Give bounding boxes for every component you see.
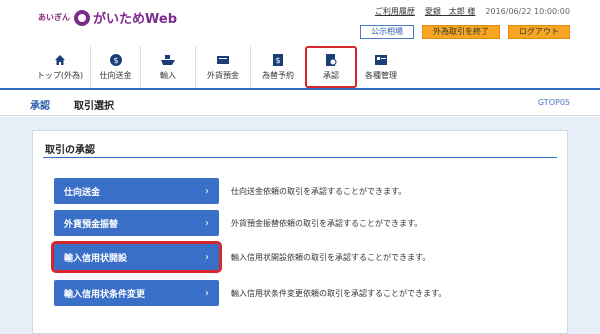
panel-title: 取引の承認 xyxy=(45,145,95,156)
remittance-icon: $ xyxy=(109,53,123,67)
chevron-right-icon: › xyxy=(205,217,209,229)
approve-import-lc-amend-button[interactable]: 輸入信用状条件変更 › xyxy=(54,280,219,306)
svg-text:$: $ xyxy=(275,56,280,65)
deposit-icon xyxy=(216,53,230,67)
list-item: 仕向送金 › 仕向送金依頼の取引を承認することができます。 xyxy=(54,178,554,204)
list-item: 輸入信用状条件変更 › 輸入信用状条件変更依頼の取引を承認することができます。 xyxy=(54,280,554,306)
top-links: ご利用履歴 愛銀 太郎 様 2016/06/22 10:00:00 xyxy=(375,6,570,17)
list-item: 外貨預金振替 › 外貨預金振替依頼の取引を承認することができます。 xyxy=(54,210,554,236)
chevron-right-icon: › xyxy=(205,287,209,299)
list-item: 輸入信用状開設 › 輸入信用状開設依頼の取引を承認することができます。 xyxy=(51,241,554,273)
header-buttons: 公示相場 外為取引を終了 ログアウト xyxy=(360,25,570,39)
logo-mark-icon xyxy=(74,9,90,26)
approve-deposit-transfer-button[interactable]: 外貨預金振替 › xyxy=(54,210,219,236)
nav-label: 為替予約 xyxy=(262,71,294,80)
logout-button[interactable]: ログアウト xyxy=(508,25,570,39)
chevron-right-icon: › xyxy=(205,185,209,197)
panel-divider xyxy=(43,157,557,158)
button-label: 輸入信用状条件変更 xyxy=(64,289,146,300)
notice-rate-button[interactable]: 公示相場 xyxy=(360,25,414,39)
title-bar: 承認 取引選択 GTOP05 xyxy=(0,90,600,116)
management-icon xyxy=(374,53,388,67)
breadcrumb-section: 承認 xyxy=(30,101,50,112)
nav-label: トップ(外為) xyxy=(36,71,84,80)
logo-bank-name: あいぎん xyxy=(38,13,70,22)
header: あいぎん がいためWeb ご利用履歴 愛銀 太郎 様 2016/06/22 10… xyxy=(0,0,600,45)
nav-label: 外貨預金 xyxy=(207,71,239,80)
button-label: 輸入信用状開設 xyxy=(64,253,128,264)
button-label: 仕向送金 xyxy=(64,187,101,198)
approve-import-lc-open-button[interactable]: 輸入信用状開設 › xyxy=(51,241,222,273)
nav-item-management[interactable]: 各種管理 xyxy=(357,46,405,88)
screen-id: GTOP05 xyxy=(537,98,570,107)
nav-item-deposit[interactable]: 外貨預金 xyxy=(195,46,250,88)
end-fx-button[interactable]: 外為取引を終了 xyxy=(422,25,500,39)
user-name-link[interactable]: 愛銀 太郎 様 xyxy=(425,6,476,17)
approve-remittance-button[interactable]: 仕向送金 › xyxy=(54,178,219,204)
page-title: 取引選択 xyxy=(74,101,114,112)
nav-label: 各種管理 xyxy=(365,71,397,80)
nav-item-exchange-contract[interactable]: $ 為替予約 xyxy=(250,46,305,88)
row-description: 輸入信用状開設依頼の取引を承認することができます。 xyxy=(231,252,431,262)
bank-logo[interactable]: あいぎん がいためWeb xyxy=(38,8,177,27)
row-description: 外貨預金振替依頼の取引を承認することができます。 xyxy=(231,218,423,228)
nav-label: 仕向送金 xyxy=(99,71,132,80)
svg-text:$: $ xyxy=(113,56,118,65)
home-icon xyxy=(54,53,66,67)
nav-item-import[interactable]: 輸入 xyxy=(140,46,195,88)
row-description: 仕向送金依頼の取引を承認することができます。 xyxy=(231,186,407,196)
nav-label: 輸入 xyxy=(160,71,176,80)
nav-label: 承認 xyxy=(323,71,339,80)
button-label: 外貨預金振替 xyxy=(64,219,119,230)
nav-item-remittance[interactable]: $ 仕向送金 xyxy=(90,46,140,88)
approval-icon xyxy=(325,53,337,67)
history-link[interactable]: ご利用履歴 xyxy=(375,6,415,17)
nav-item-approval[interactable]: 承認 xyxy=(305,46,357,88)
exchange-contract-icon: $ xyxy=(271,53,285,67)
import-ship-icon xyxy=(160,53,176,67)
chevron-right-icon: › xyxy=(205,251,209,263)
global-nav: トップ(外為) $ 仕向送金 輸入 外貨預金 $ 為替予約 承認 各種管理 xyxy=(30,46,405,88)
login-datetime: 2016/06/22 10:00:00 xyxy=(485,7,570,16)
nav-item-top[interactable]: トップ(外為) xyxy=(30,46,90,88)
approval-panel: 取引の承認 仕向送金 › 仕向送金依頼の取引を承認することができます。 外貨預金… xyxy=(32,130,568,334)
row-description: 輸入信用状条件変更依頼の取引を承認することができます。 xyxy=(231,288,447,298)
logo-service-name: がいためWeb xyxy=(93,12,177,27)
